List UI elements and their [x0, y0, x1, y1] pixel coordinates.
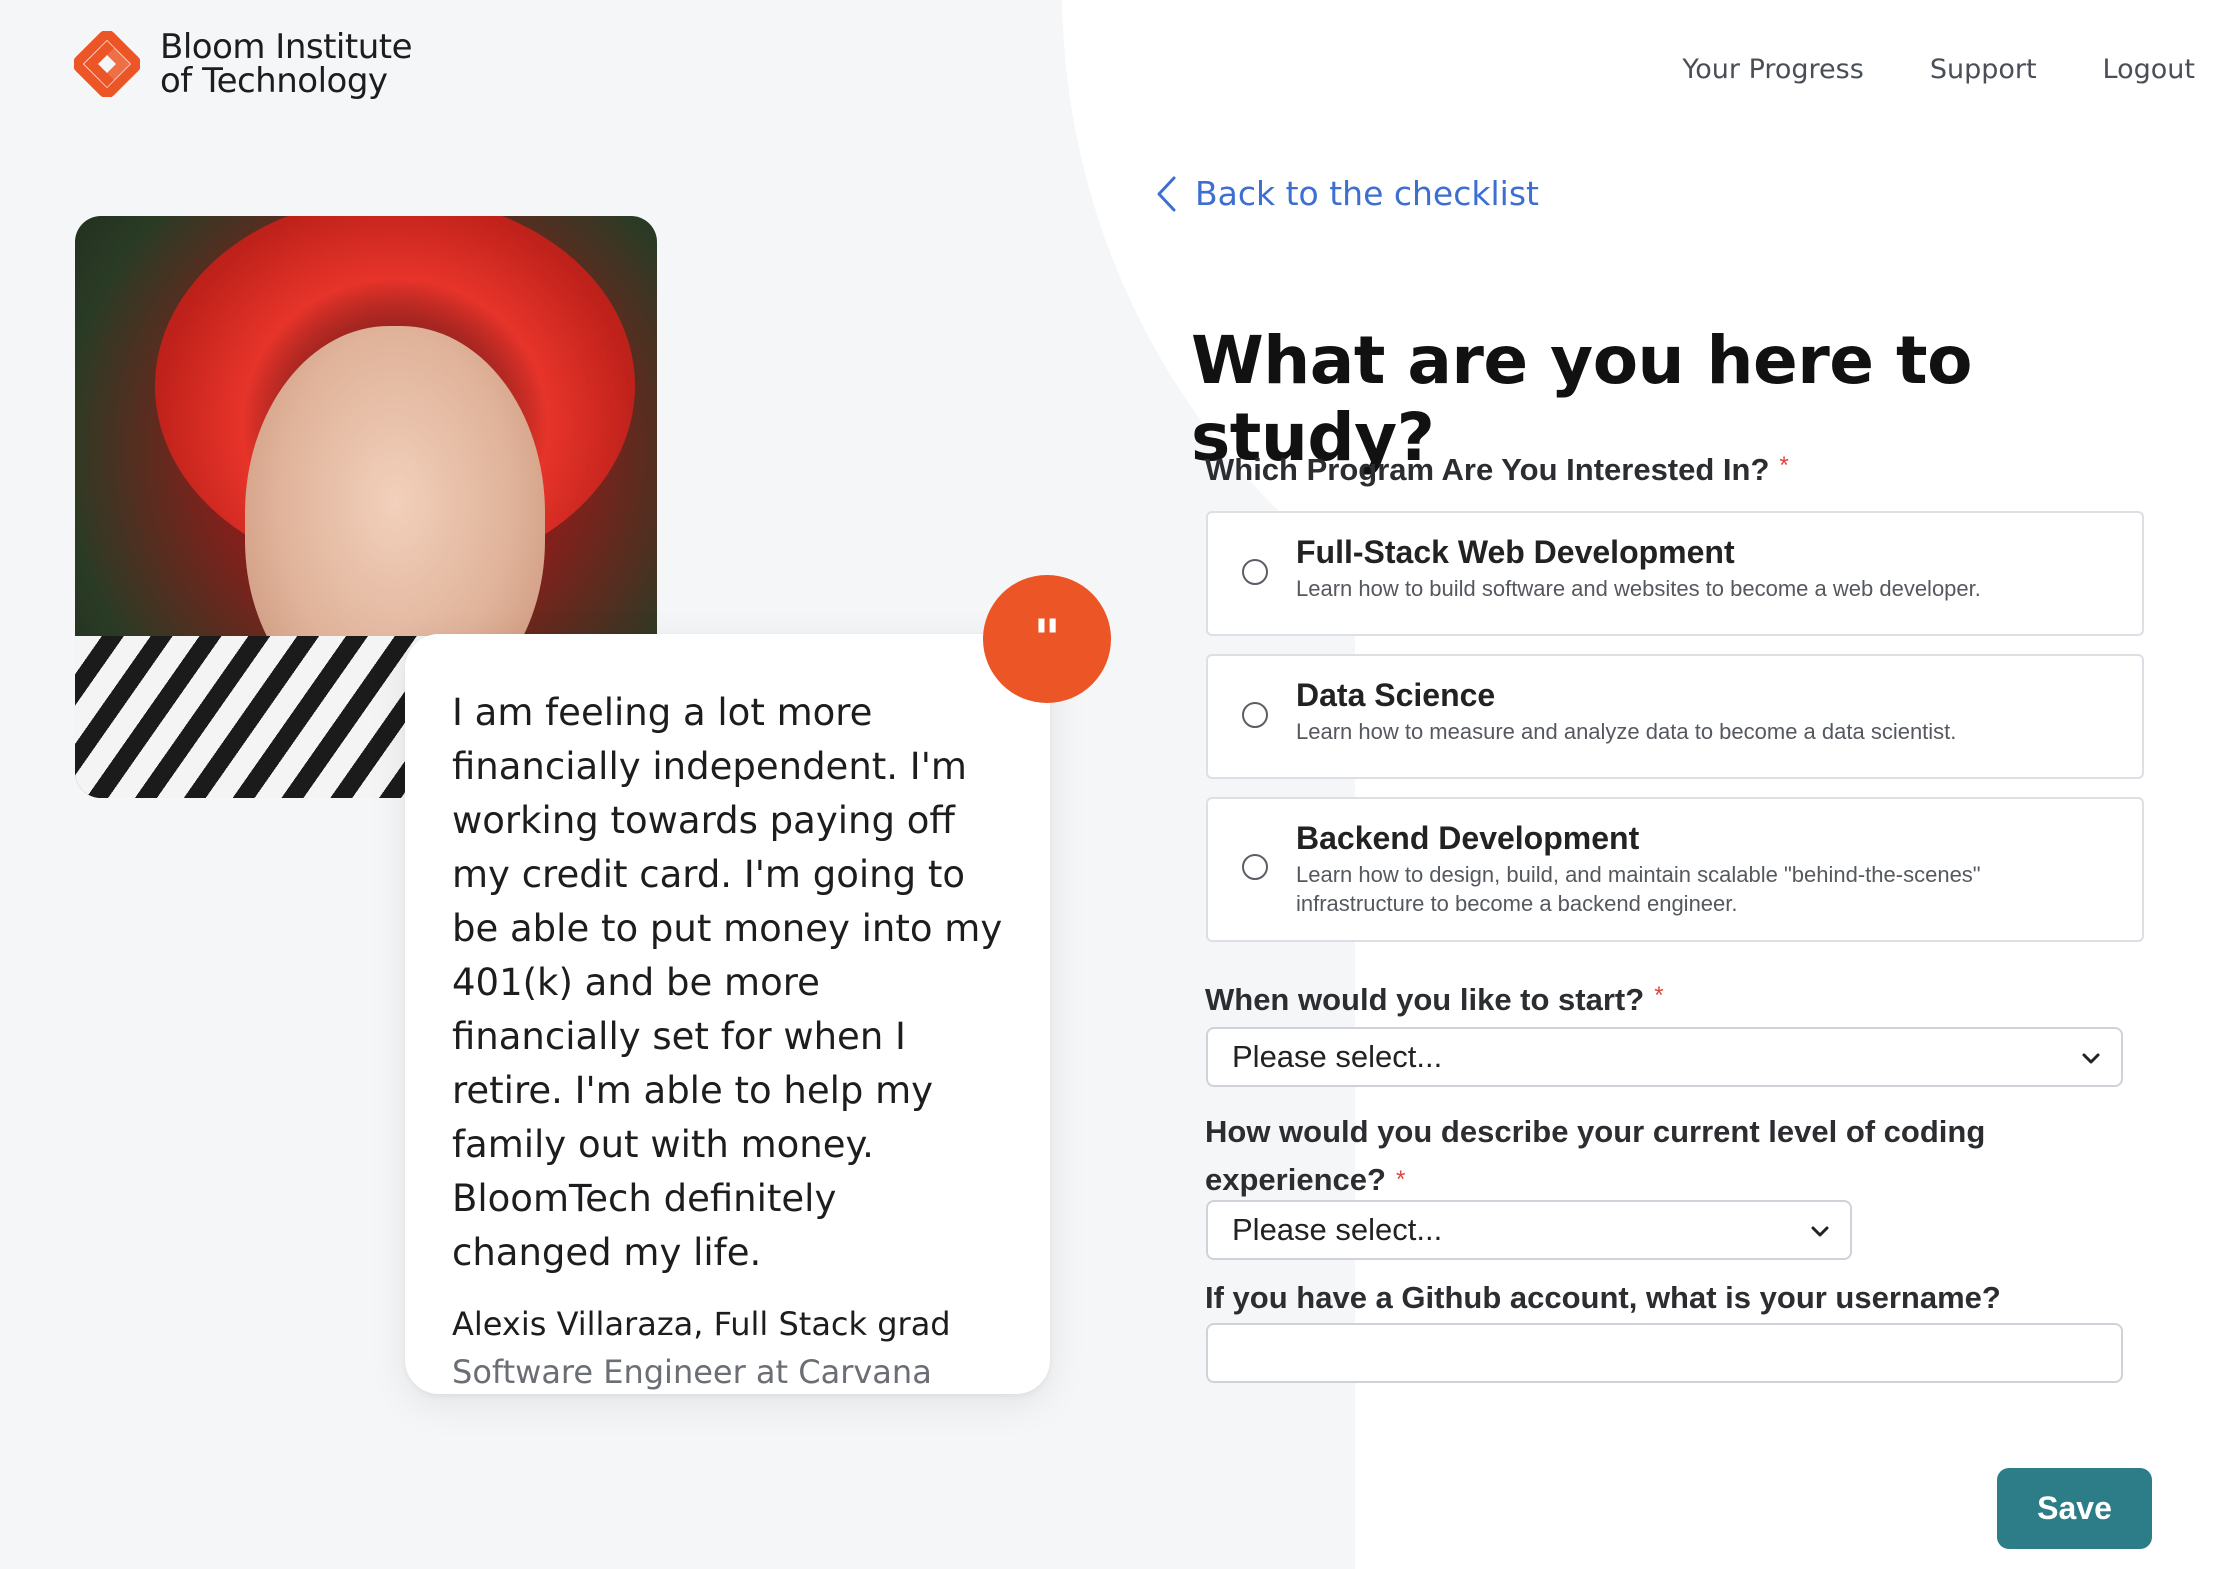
github-username-input[interactable] — [1206, 1323, 2123, 1383]
program-title-full-stack: Full-Stack Web Development — [1296, 534, 1735, 570]
brand-name-line1: Bloom Institute — [160, 27, 413, 67]
experience-level-select-value: Please select... — [1232, 1212, 1443, 1247]
experience-question-label: How would you describe your current leve… — [1205, 1108, 1985, 1204]
experience-level-select[interactable]: Please select... — [1206, 1200, 1852, 1260]
required-asterisk: * — [1654, 982, 1664, 1009]
program-desc-backend: Learn how to design, build, and maintain… — [1296, 862, 1981, 916]
required-asterisk: * — [1395, 1166, 1406, 1193]
program-option-data-science[interactable]: Data Science Learn how to measure and an… — [1206, 654, 2144, 779]
quote-icon: " — [983, 575, 1111, 703]
program-title-data-science: Data Science — [1296, 677, 1496, 713]
required-asterisk: * — [1779, 452, 1789, 479]
brand-name-line2: of Technology — [160, 61, 388, 101]
quote-mark: " — [1033, 609, 1061, 669]
program-radio-backend[interactable] — [1242, 854, 1268, 880]
page: Bloom Institute of Technology Your Progr… — [0, 0, 2225, 1569]
brand-name: Bloom Institute of Technology — [160, 27, 413, 101]
top-nav: Your Progress Support Logout — [1682, 54, 2195, 85]
program-desc-full-stack: Learn how to build software and websites… — [1296, 576, 1981, 601]
program-question-text: Which Program Are You Interested In? — [1205, 452, 1770, 487]
nav-logout[interactable]: Logout — [2103, 54, 2195, 85]
nav-support[interactable]: Support — [1930, 54, 2037, 85]
testimonial-author: Alexis Villaraza, Full Stack grad — [452, 1305, 951, 1343]
testimonial-card: I am feeling a lot more financially inde… — [405, 634, 1050, 1394]
start-date-select-value: Please select... — [1232, 1039, 1443, 1074]
testimonial-text: I am feeling a lot more financially inde… — [452, 691, 1003, 1274]
program-title-backend: Backend Development — [1296, 820, 1640, 856]
chevron-left-icon — [1157, 176, 1176, 211]
bloomtech-logo-icon — [74, 31, 140, 97]
save-button[interactable]: Save — [1997, 1468, 2152, 1549]
back-link-label: Back to the checklist — [1195, 174, 1539, 213]
program-desc-data-science: Learn how to measure and analyze data to… — [1296, 719, 1957, 744]
program-radio-full-stack[interactable] — [1242, 559, 1268, 585]
experience-question-line1: How would you describe your current leve… — [1205, 1114, 1986, 1149]
chevron-down-icon — [2082, 1053, 2100, 1064]
experience-question-line2: experience? — [1205, 1162, 1386, 1197]
github-question-label: If you have a Github account, what is yo… — [1205, 1280, 2001, 1316]
chevron-down-icon — [1811, 1226, 1829, 1237]
testimonial-role: Software Engineer at Carvana — [452, 1353, 932, 1391]
program-question-label: Which Program Are You Interested In? * — [1205, 452, 1789, 488]
github-question-text: If you have a Github account, what is yo… — [1205, 1280, 2001, 1315]
nav-your-progress[interactable]: Your Progress — [1682, 54, 1863, 85]
start-date-select[interactable]: Please select... — [1206, 1027, 2123, 1087]
program-option-full-stack[interactable]: Full-Stack Web Development Learn how to … — [1206, 511, 2144, 636]
start-question-text: When would you like to start? — [1205, 982, 1645, 1017]
start-question-label: When would you like to start? * — [1205, 982, 1664, 1018]
back-to-checklist-link[interactable]: Back to the checklist — [1155, 174, 1539, 213]
program-radio-data-science[interactable] — [1242, 702, 1268, 728]
brand-logo[interactable]: Bloom Institute of Technology — [74, 27, 413, 101]
program-option-backend[interactable]: Backend Development Learn how to design,… — [1206, 797, 2144, 942]
